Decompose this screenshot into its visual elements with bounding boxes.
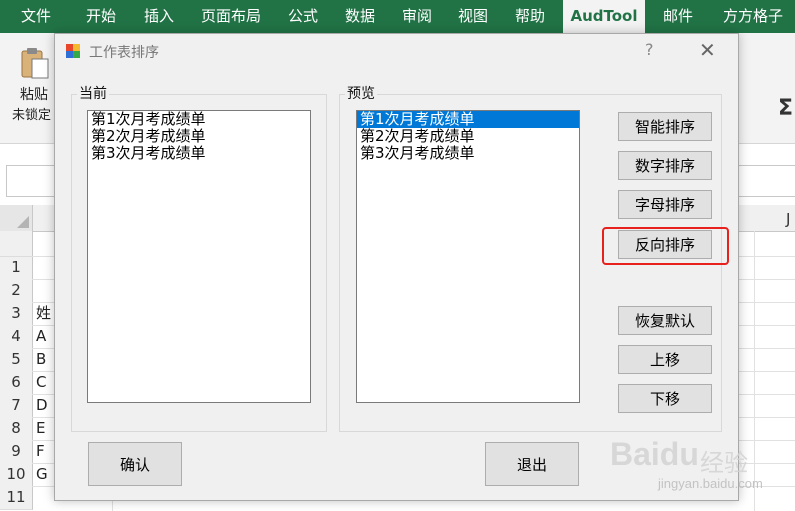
exit-button[interactable]: 退出 [485,442,579,486]
tab-help[interactable]: 帮助 [503,0,557,33]
current-sheet-list[interactable]: 第1次月考成绩单 第2次月考成绩单 第3次月考成绩单 [87,110,311,403]
row-header[interactable]: 9 [0,440,33,464]
app-icon [66,44,80,58]
list-item[interactable]: 第1次月考成绩单 [88,111,310,128]
tab-fangfang[interactable]: 方方格子 [712,0,794,33]
tab-file[interactable]: 文件 [10,0,62,33]
row-header[interactable]: 8 [0,417,33,441]
row-header[interactable]: 5 [0,348,33,372]
autosum-icon[interactable]: Σ [778,96,793,121]
sheet-sort-dialog: 工作表排序 ? ✕ 当前 第1次月考成绩单 第2次月考成绩单 第3次月考成绩单 … [54,33,739,501]
smart-sort-button[interactable]: 智能排序 [618,112,712,141]
tab-mail[interactable]: 邮件 [655,0,701,33]
list-item[interactable]: 第2次月考成绩单 [88,128,310,145]
tab-page-layout[interactable]: 页面布局 [192,0,270,33]
row-header[interactable]: 11 [0,486,33,510]
tab-audtool[interactable]: AudTool [563,0,645,33]
move-down-button[interactable]: 下移 [618,384,712,413]
close-icon[interactable]: ✕ [699,38,716,62]
cell-a4[interactable]: A [36,325,46,348]
row-header[interactable]: 1 [0,256,33,280]
preview-sheet-list[interactable]: 第1次月考成绩单 第2次月考成绩单 第3次月考成绩单 [356,110,580,403]
cell-a6[interactable]: C [36,371,46,394]
row-header[interactable]: 6 [0,371,33,395]
tab-data[interactable]: 数据 [334,0,386,33]
paste-icon[interactable] [20,46,50,80]
preview-group-label: 预览 [345,83,377,103]
row-header[interactable]: 10 [0,463,33,487]
confirm-button[interactable]: 确认 [88,442,182,486]
tab-review[interactable]: 审阅 [390,0,444,33]
cell-a3[interactable]: 姓 [36,302,51,325]
list-item[interactable]: 第3次月考成绩单 [357,145,579,162]
column-j-header[interactable]: J [786,210,790,228]
row-header[interactable]: 3 [0,302,33,326]
row-header-blank [0,231,33,257]
dialog-title: 工作表排序 [89,45,159,61]
help-icon[interactable]: ? [645,40,654,59]
row-header[interactable]: 2 [0,279,33,303]
tab-formulas[interactable]: 公式 [276,0,330,33]
cell-a5[interactable]: B [36,348,46,371]
row-header[interactable]: 7 [0,394,33,418]
list-item[interactable]: 第2次月考成绩单 [357,128,579,145]
number-sort-button[interactable]: 数字排序 [618,151,712,180]
ribbon-tab-bar: 文件 开始 插入 页面布局 公式 数据 审阅 视图 帮助 AudTool 邮件 … [0,0,795,33]
cell-a7[interactable]: D [36,394,48,417]
list-item-selected[interactable]: 第1次月考成绩单 [357,111,579,128]
cell-a9[interactable]: F [36,440,45,463]
cell-a10[interactable]: G [36,463,48,486]
restore-default-button[interactable]: 恢复默认 [618,306,712,335]
tab-insert[interactable]: 插入 [132,0,186,33]
select-all-corner[interactable] [0,205,33,231]
tab-home[interactable]: 开始 [72,0,130,33]
alpha-sort-button[interactable]: 字母排序 [618,190,712,219]
paste-label[interactable]: 粘贴 [20,84,48,104]
unlocked-label[interactable]: 未锁定 [12,104,51,123]
tab-view[interactable]: 视图 [446,0,500,33]
row-header[interactable]: 4 [0,325,33,349]
watermark-cn: 经验 [700,449,748,477]
grid-line [754,231,755,511]
highlight-box [602,227,729,265]
move-up-button[interactable]: 上移 [618,345,712,374]
list-item[interactable]: 第3次月考成绩单 [88,145,310,162]
current-group-label: 当前 [77,83,109,103]
cell-a8[interactable]: E [36,417,45,440]
baidu-watermark: Baidu [610,436,699,472]
watermark-url: jingyan.baidu.com [658,476,763,491]
